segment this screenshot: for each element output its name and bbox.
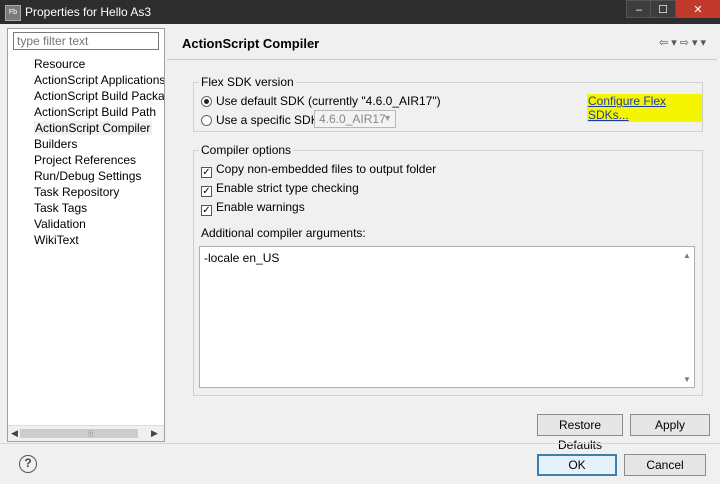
use-default-sdk-label: Use default SDK (currently "4.6.0_AIR17"… [216,94,441,108]
compiler-arguments-textarea[interactable]: -locale en_US ▲ ▼ [199,246,695,388]
tree-item-run-debug-settings[interactable]: Run/Debug Settings [34,168,164,184]
sidebar-horizontal-scrollbar[interactable]: ◀ ⦙⦙⦙ ▶ [8,425,164,441]
specific-sdk-select[interactable]: 4.6.0_AIR17 ▼ [314,110,396,128]
configure-flex-sdks-link[interactable]: Configure Flex SDKs... [587,94,702,122]
scroll-down-icon[interactable]: ▼ [683,375,691,384]
compiler-arguments-value: -locale en_US [204,251,280,265]
tree-item-wikitext[interactable]: WikiText [34,232,164,248]
back-arrow-icon[interactable]: ⇦ [659,37,671,49]
textarea-vertical-scrollbar[interactable]: ▲ ▼ [680,247,694,387]
page-navigation: ⇦▾⇨▾▾ [659,36,709,49]
radio-selected-icon [201,96,212,107]
title-bar: Fb Properties for Hello As3 – ☐ ✕ [0,0,720,24]
chevron-down-icon: ▼ [383,113,392,123]
minimize-button[interactable]: – [626,0,652,18]
tree-item-project-references[interactable]: Project References [34,152,164,168]
tree-item-actionscript-compiler[interactable]: ActionScript Compiler [34,120,164,136]
scrollbar-grip-icon: ⦙⦙⦙ [88,429,94,438]
help-icon[interactable]: ? [19,455,37,473]
strict-type-checking-checkbox[interactable]: ✓ Enable strict type checking [201,181,359,197]
tree-item-task-repository[interactable]: Task Repository [34,184,164,200]
page-title: ActionScript Compiler [182,36,320,51]
scroll-up-icon[interactable]: ▲ [683,251,691,260]
property-page: ActionScript Compiler ⇦▾⇨▾▾ Flex SDK ver… [167,28,717,452]
flex-sdk-group: Flex SDK version Use default SDK (curren… [193,75,703,132]
property-page-tree-panel: Resource ActionScript Applications Actio… [7,28,165,442]
tree-item-builders[interactable]: Builders [34,136,164,152]
compiler-options-group-label: Compiler options [199,143,294,157]
filter-input[interactable] [13,32,159,50]
use-specific-sdk-radio[interactable]: Use a specific SDK: [201,113,322,127]
tree-item-actionscript-build-packaging[interactable]: ActionScript Build Packagi [34,88,164,104]
scroll-right-icon[interactable]: ▶ [151,428,158,439]
properties-dialog: Fb Properties for Hello As3 – ☐ ✕ Resour… [0,0,720,484]
additional-args-label: Additional compiler arguments: [201,226,366,240]
ok-button[interactable]: OK [537,454,617,476]
flex-sdk-group-label: Flex SDK version [199,75,296,89]
scrollbar-thumb[interactable]: ⦙⦙⦙ [20,429,138,438]
radio-unselected-icon [201,115,212,126]
flash-builder-app-icon: Fb [5,5,21,21]
enable-warnings-checkbox[interactable]: ✓ Enable warnings [201,200,305,216]
apply-button[interactable]: Apply [630,414,710,436]
use-default-sdk-radio[interactable]: Use default SDK (currently "4.6.0_AIR17"… [201,94,441,108]
tree-item-task-tags[interactable]: Task Tags [34,200,164,216]
use-specific-sdk-label: Use a specific SDK: [216,113,323,127]
cancel-button[interactable]: Cancel [624,454,706,476]
tree-item-actionscript-build-path[interactable]: ActionScript Build Path [34,104,164,120]
checkmark-icon: ✓ [201,186,212,197]
view-menu-icon[interactable]: ▾ [700,37,709,49]
scroll-left-icon[interactable]: ◀ [11,428,18,439]
enable-warnings-label: Enable warnings [216,200,305,214]
tree-item-validation[interactable]: Validation [34,216,164,232]
window-title: Properties for Hello As3 [25,5,152,19]
maximize-button[interactable]: ☐ [650,0,676,18]
back-menu-icon[interactable]: ▾ [671,37,680,49]
tree-item-actionscript-applications[interactable]: ActionScript Applications [34,72,164,88]
close-button[interactable]: ✕ [676,0,720,18]
strict-type-checking-label: Enable strict type checking [216,181,359,195]
copy-non-embedded-files-label: Copy non-embedded files to output folder [216,162,437,176]
tree-item-resource[interactable]: Resource [34,56,164,72]
property-page-tree: Resource ActionScript Applications Actio… [34,56,164,248]
specific-sdk-value: 4.6.0_AIR17 [319,112,386,126]
checkmark-icon: ✓ [201,167,212,178]
header-divider [167,59,717,60]
copy-non-embedded-files-checkbox[interactable]: ✓ Copy non-embedded files to output folde… [201,162,436,178]
forward-arrow-icon[interactable]: ⇨ [680,37,692,49]
checkmark-icon: ✓ [201,205,212,216]
footer-divider [0,443,720,444]
restore-defaults-button[interactable]: Restore Defaults [537,414,623,452]
